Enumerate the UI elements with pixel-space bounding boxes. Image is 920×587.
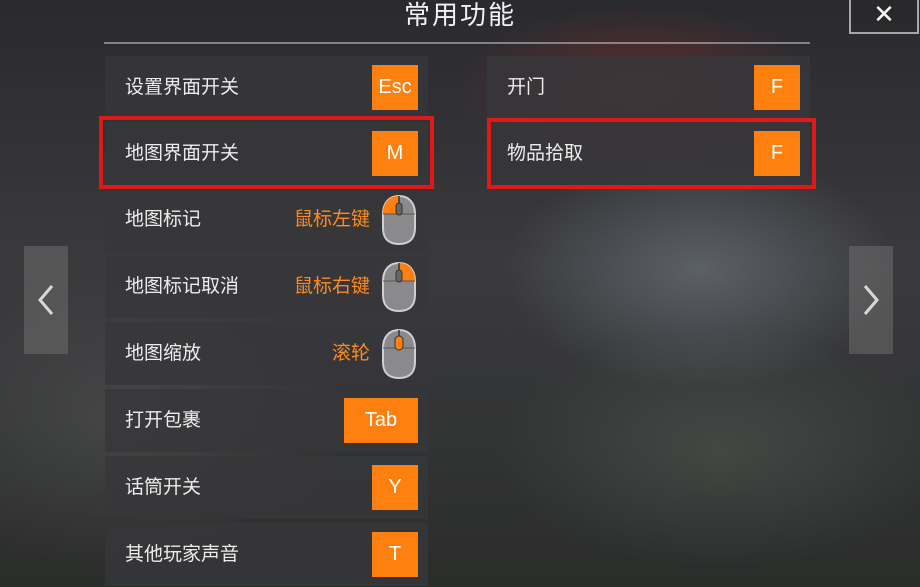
keybind-label: 地图缩放 — [125, 342, 202, 364]
highlight-box — [99, 116, 434, 189]
keybind-row-map-unmark[interactable]: 地图标记取消 鼠标右键 — [105, 255, 428, 318]
mouse-action-text: 滚轮 — [331, 342, 370, 364]
chevron-left-icon — [38, 285, 54, 315]
close-button[interactable]: ✕ — [849, 0, 919, 34]
key-badge[interactable]: Tab — [344, 398, 418, 443]
keybind-row-inventory[interactable]: 打开包裹 Tab — [105, 389, 428, 452]
keybind-label: 地图标记取消 — [125, 275, 240, 297]
key-badge[interactable]: Esc — [372, 65, 418, 110]
mouse-action-text: 鼠标左键 — [293, 208, 370, 230]
chevron-right-icon — [863, 285, 879, 315]
keybind-row-settings[interactable]: 设置界面开关 Esc — [105, 56, 428, 119]
key-badge[interactable]: Y — [372, 465, 418, 510]
keybind-row-map-mark[interactable]: 地图标记 鼠标左键 — [105, 188, 428, 251]
mouse-wheel-icon — [382, 328, 416, 380]
keybind-label: 设置界面开关 — [125, 76, 240, 98]
mouse-action-text: 鼠标右键 — [293, 275, 370, 297]
mouse-right-click-icon — [382, 261, 416, 313]
highlight-box — [487, 118, 816, 189]
keybind-row-mic[interactable]: 话筒开关 Y — [105, 456, 428, 519]
key-badge[interactable]: T — [372, 532, 418, 577]
title-divider — [104, 42, 810, 44]
keybind-row-map-zoom[interactable]: 地图缩放 滚轮 — [105, 322, 428, 385]
close-icon: ✕ — [873, 0, 895, 30]
keybind-label: 其他玩家声音 — [125, 543, 240, 565]
keybind-row-player-voice[interactable]: 其他玩家声音 T — [105, 523, 428, 586]
page-title: 常用功能 — [403, 1, 516, 31]
keybind-label: 地图标记 — [125, 208, 202, 230]
mouse-left-click-icon — [382, 194, 416, 246]
next-page-button[interactable] — [849, 246, 893, 354]
prev-page-button[interactable] — [24, 246, 68, 354]
keybind-label: 开门 — [507, 76, 546, 98]
keybind-row-open-door[interactable]: 开门 F — [487, 56, 810, 119]
keybind-label: 打开包裹 — [125, 409, 202, 431]
key-badge[interactable]: F — [754, 65, 800, 110]
keybind-label: 话筒开关 — [125, 476, 202, 498]
